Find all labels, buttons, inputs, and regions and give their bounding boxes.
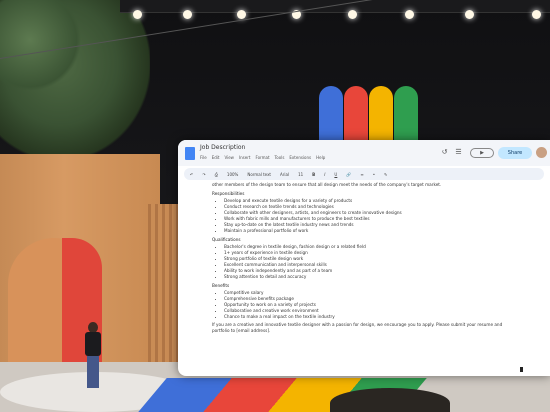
benefits-list: Competitive salary Comprehensive benefit… — [212, 290, 512, 320]
stage-light — [133, 10, 142, 19]
share-button[interactable]: Share — [498, 147, 532, 159]
mouse-cursor-icon — [520, 367, 523, 372]
intro-paragraph: other members of the design team to ensu… — [212, 182, 442, 187]
document-body[interactable]: other members of the design team to ensu… — [212, 182, 512, 336]
title-bar: Job Description File Edit View Insert Fo… — [178, 140, 550, 166]
red-pillar — [344, 86, 368, 148]
stage-light — [405, 10, 414, 19]
responsibilities-list: Develop and execute textile designs for … — [212, 198, 512, 234]
avatar[interactable] — [536, 147, 547, 158]
comment-icon[interactable]: ☰ — [454, 148, 463, 157]
style-select[interactable]: Normal text — [247, 172, 271, 177]
font-select[interactable]: Arial — [280, 172, 289, 177]
italic-icon[interactable]: I — [324, 172, 325, 177]
underline-icon[interactable]: U — [334, 172, 337, 177]
yellow-pillar — [369, 86, 393, 148]
zoom-select[interactable]: 100% — [227, 172, 238, 177]
format-toolbar: ↶ ↷ ⎙ 100% Normal text Arial 11 B I U 🔗 … — [184, 168, 544, 180]
audience-head — [330, 388, 450, 412]
qualifications-heading: Qualifications — [212, 237, 241, 242]
menu-bar: File Edit View Insert Format Tools Exten… — [200, 155, 325, 160]
list-item: Maintain a professional portfolio of wor… — [224, 228, 512, 234]
stage-light — [183, 10, 192, 19]
responsibilities-heading: Responsibilities — [212, 191, 245, 196]
menu-format[interactable]: Format — [255, 155, 269, 160]
pencil-icon[interactable]: ✎ — [384, 172, 387, 177]
list-item: Strong attention to detail and accuracy — [224, 274, 512, 280]
list-item: Chance to make a real impact on the text… — [224, 314, 512, 320]
presenter-body — [85, 332, 101, 356]
presenter — [82, 322, 104, 390]
qualifications-list: Bachelor's degree in textile design, fas… — [212, 244, 512, 280]
undo-icon[interactable]: ↶ — [190, 172, 193, 177]
document-title[interactable]: Job Description — [200, 144, 245, 151]
meet-icon[interactable]: ▶ — [470, 148, 494, 158]
history-icon[interactable]: ↺ — [440, 148, 449, 157]
menu-edit[interactable]: Edit — [212, 155, 220, 160]
bold-icon[interactable]: B — [312, 172, 315, 177]
align-icon[interactable]: ≡ — [360, 172, 363, 177]
menu-insert[interactable]: Insert — [239, 155, 250, 160]
menu-file[interactable]: File — [200, 155, 207, 160]
stage-light — [348, 10, 357, 19]
font-size-input[interactable]: 11 — [298, 172, 303, 177]
print-icon[interactable]: ⎙ — [215, 172, 218, 177]
green-pillar — [394, 86, 418, 148]
stage-scene: Job Description File Edit View Insert Fo… — [0, 0, 550, 412]
redo-icon[interactable]: ↷ — [202, 172, 205, 177]
presenter-legs — [87, 356, 99, 388]
menu-view[interactable]: View — [224, 155, 234, 160]
link-icon[interactable]: 🔗 — [346, 172, 351, 177]
docs-window: Job Description File Edit View Insert Fo… — [178, 140, 550, 376]
stage-light — [532, 10, 541, 19]
menu-extensions[interactable]: Extensions — [289, 155, 311, 160]
closing-paragraph: If you are a creative and innovative tex… — [212, 322, 503, 333]
list-icon[interactable]: • — [373, 172, 375, 177]
blue-pillar — [319, 86, 343, 148]
document-page[interactable]: other members of the design team to ensu… — [212, 182, 532, 376]
stage-light — [237, 10, 246, 19]
benefits-heading: Benefits — [212, 283, 230, 288]
stage-light — [465, 10, 474, 19]
docs-logo-icon[interactable] — [185, 147, 195, 160]
menu-tools[interactable]: Tools — [275, 155, 285, 160]
menu-help[interactable]: Help — [316, 155, 325, 160]
